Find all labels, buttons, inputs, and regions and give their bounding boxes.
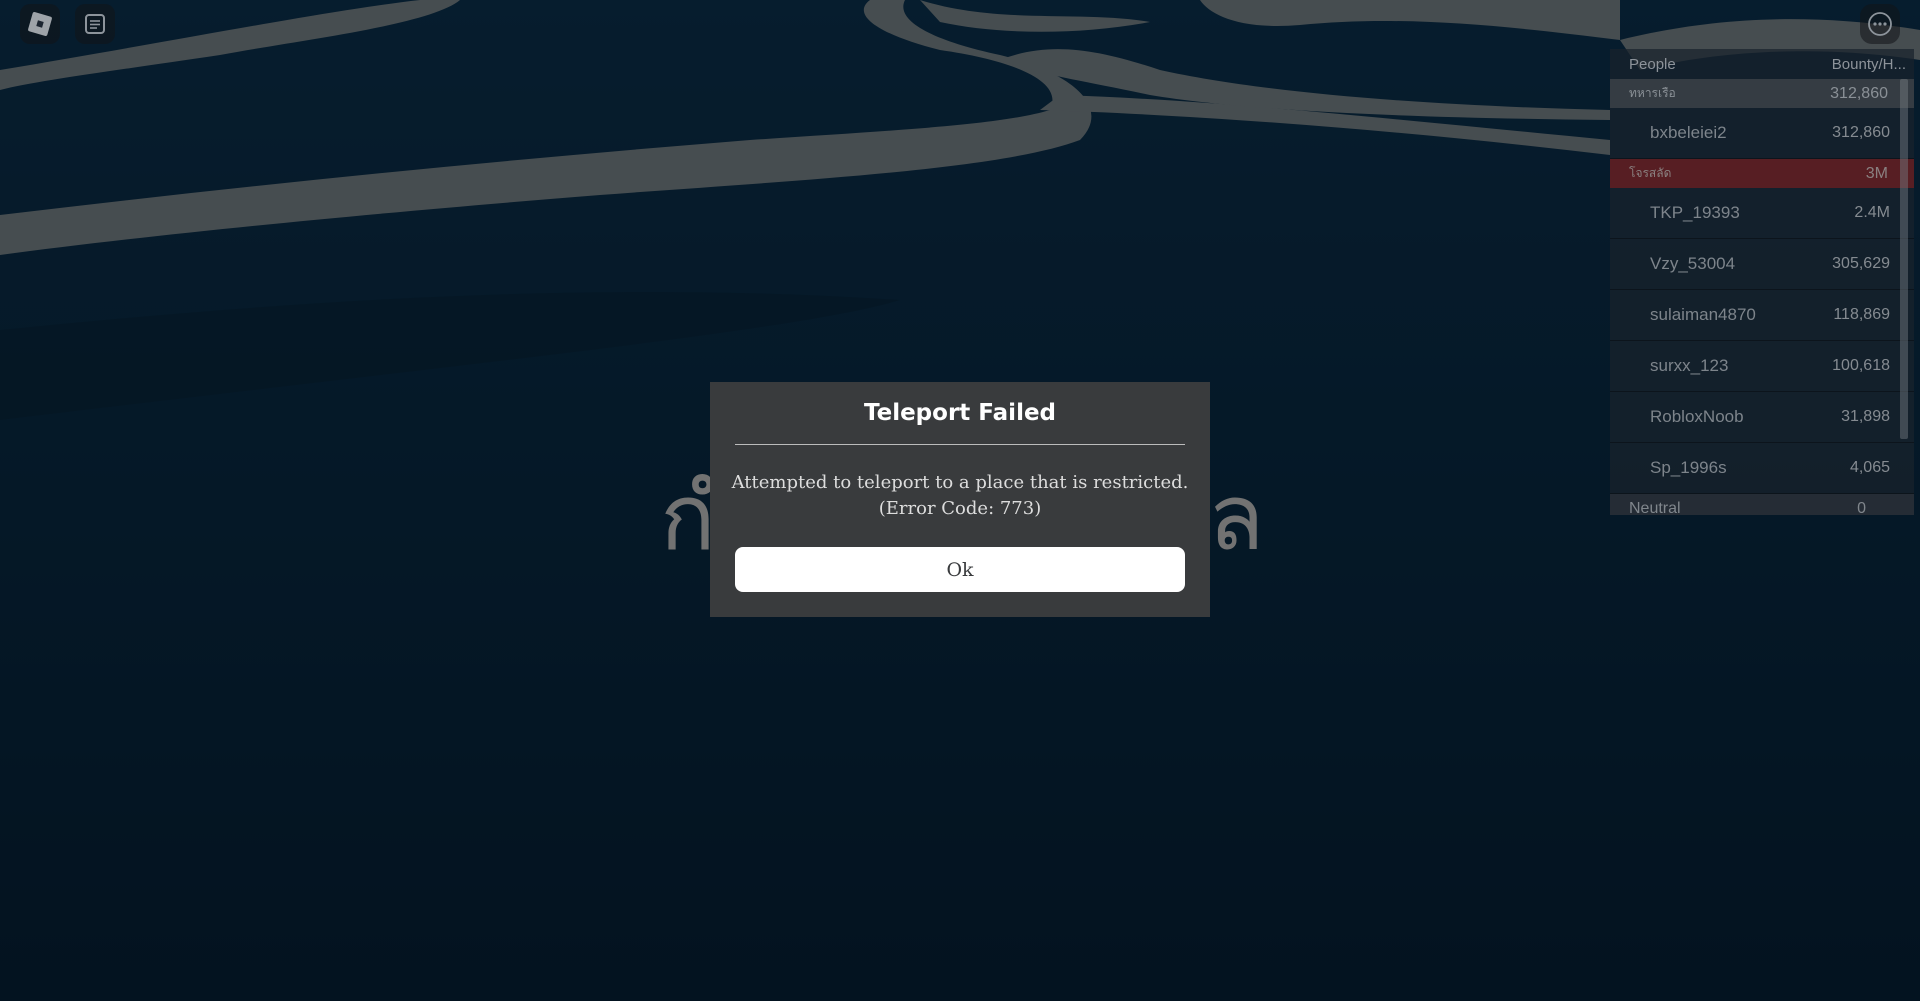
team-name: โจรสลัด bbox=[1629, 166, 1672, 180]
dialog-message: Attempted to teleport to a place that is… bbox=[710, 470, 1210, 522]
player-row[interactable]: sulaiman4870 118,869 bbox=[1610, 290, 1914, 341]
team-name: ทหารเรือ bbox=[1629, 86, 1676, 100]
teleport-failed-dialog: Teleport Failed Attempted to teleport to… bbox=[710, 382, 1210, 617]
chat-button[interactable] bbox=[75, 4, 115, 44]
leaderboard-header: People Bounty/H... bbox=[1610, 49, 1914, 79]
ok-button[interactable]: Ok bbox=[735, 547, 1185, 592]
more-options-button[interactable] bbox=[1860, 4, 1900, 44]
team-value: 0 bbox=[1857, 500, 1866, 515]
team-value: 3M bbox=[1865, 164, 1888, 182]
roblox-logo-icon bbox=[27, 11, 53, 37]
dialog-title: Teleport Failed bbox=[863, 400, 1057, 426]
player-name: sulaiman4870 bbox=[1650, 305, 1756, 324]
chat-icon bbox=[85, 14, 105, 34]
player-row[interactable]: surxx_123 100,618 bbox=[1610, 341, 1914, 392]
player-value: 312,860 bbox=[1832, 124, 1890, 141]
team-row-marines[interactable]: ทหารเรือ 312,860 bbox=[1610, 79, 1914, 108]
player-name: Sp_1996s bbox=[1650, 458, 1727, 477]
leaderboard-scrollbar[interactable] bbox=[1900, 79, 1908, 439]
player-name: bxbeleiei2 bbox=[1650, 123, 1727, 142]
player-value: 31,898 bbox=[1841, 408, 1890, 425]
player-value: 2.4M bbox=[1854, 204, 1890, 221]
player-value: 4,065 bbox=[1849, 459, 1890, 476]
player-value: 118,869 bbox=[1833, 306, 1890, 323]
player-name: RobloxNoob bbox=[1650, 407, 1744, 426]
team-row-neutral[interactable]: Neutral 0 bbox=[1610, 494, 1914, 515]
player-name: TKP_19393 bbox=[1650, 203, 1740, 222]
player-row[interactable]: RobloxNoob 31,898 bbox=[1610, 392, 1914, 443]
player-name: Vzy_53004 bbox=[1650, 254, 1736, 273]
dialog-divider bbox=[735, 444, 1185, 445]
player-name: surxx_123 bbox=[1650, 356, 1729, 375]
player-row[interactable]: Sp_1996s 4,065 bbox=[1610, 443, 1914, 494]
team-value: 312,860 bbox=[1830, 84, 1888, 102]
loading-text-fragment-right: ล bbox=[1208, 464, 1265, 571]
player-row[interactable]: TKP_19393 2.4M bbox=[1610, 188, 1914, 239]
team-name: Neutral bbox=[1629, 500, 1681, 515]
dialog-error-code: (Error Code: 773) bbox=[878, 498, 1042, 519]
player-row[interactable]: bxbeleiei2 312,860 bbox=[1610, 108, 1914, 159]
roblox-menu-button[interactable] bbox=[20, 4, 60, 44]
player-value: 305,629 bbox=[1832, 255, 1890, 272]
player-value: 100,618 bbox=[1832, 357, 1890, 374]
player-row[interactable]: Vzy_53004 305,629 bbox=[1610, 239, 1914, 290]
player-leaderboard: People Bounty/H... ทหารเรือ 312,860 bxbe… bbox=[1610, 49, 1914, 515]
leaderboard-header-people: People bbox=[1629, 55, 1676, 73]
team-row-pirates[interactable]: โจรสลัด 3M bbox=[1610, 159, 1914, 188]
leaderboard-header-stat: Bounty/H... bbox=[1831, 55, 1906, 73]
dialog-message-line: Attempted to teleport to a place that is… bbox=[731, 472, 1189, 493]
more-options-icon bbox=[1868, 12, 1892, 36]
